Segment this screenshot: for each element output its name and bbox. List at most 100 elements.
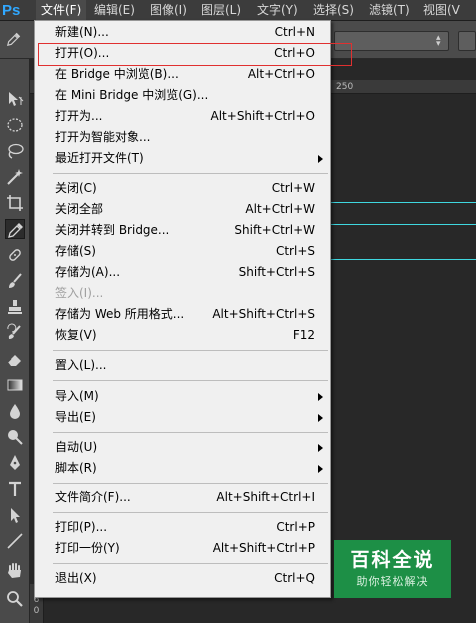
menu-item-save[interactable]: 存储(S) Ctrl+S (37, 241, 328, 262)
menu-separator (53, 563, 328, 564)
menu-item-label: 脚本(R) (55, 461, 97, 475)
brush-tool-icon[interactable] (5, 271, 25, 291)
menu-select[interactable]: 选择(S) (308, 0, 359, 21)
menu-item-shortcut: Alt+Shift+Ctrl+O (210, 109, 315, 123)
menu-separator (53, 380, 328, 381)
menu-item-shortcut: Alt+Shift+Ctrl+P (212, 541, 315, 555)
clone-stamp-icon[interactable] (5, 297, 25, 317)
eraser-tool-icon[interactable] (5, 349, 25, 369)
menu-item-shortcut: Ctrl+Q (274, 571, 315, 585)
menu-item-save-for-web[interactable]: 存储为 Web 所用格式... Alt+Shift+Ctrl+S (37, 304, 328, 325)
menu-item-shortcut: Alt+Shift+Ctrl+S (212, 307, 315, 321)
submenu-arrow-icon (318, 393, 323, 401)
menu-item-shortcut: Ctrl+N (274, 25, 315, 39)
menu-item-label: 打开为... (55, 109, 103, 123)
menu-item-label: 签入(I)... (55, 286, 104, 300)
lasso-tool-icon[interactable] (5, 141, 25, 161)
menu-separator (53, 173, 328, 174)
submenu-arrow-icon (318, 155, 323, 163)
menu-bar: Ps 文件(F) 编辑(E) 图像(I) 图层(L) 文字(Y) 选择(S) 滤… (0, 0, 476, 21)
menu-item-revert[interactable]: 恢复(V) F12 (37, 325, 328, 346)
menu-item-label: 最近打开文件(T) (55, 151, 144, 165)
menu-edit[interactable]: 编辑(E) (89, 0, 140, 21)
history-brush-icon[interactable] (5, 323, 25, 343)
menu-item-print-one-copy[interactable]: 打印一份(Y) Alt+Shift+Ctrl+P (37, 538, 328, 559)
photoshop-window: Ps 文件(F) 编辑(E) 图像(I) 图层(L) 文字(Y) 选择(S) 滤… (0, 0, 476, 623)
menu-item-browse-bridge[interactable]: 在 Bridge 中浏览(B)... Alt+Ctrl+O (37, 64, 328, 85)
menu-item-save-as[interactable]: 存储为(A)... Shift+Ctrl+S (37, 262, 328, 283)
menu-item-exit[interactable]: 退出(X) Ctrl+Q (37, 568, 328, 589)
guide-line (331, 202, 476, 203)
menu-item-label: 打印(P)... (55, 520, 108, 534)
menu-item-shortcut: Ctrl+P (276, 520, 315, 534)
hand-tool-icon[interactable] (5, 561, 25, 581)
menu-item-close-go-bridge[interactable]: 关闭并转到 Bridge... Shift+Ctrl+W (37, 220, 328, 241)
menu-item-label: 文件简介(F)... (55, 490, 131, 504)
watermark-logo: 百科全说 助你轻松解决 (334, 540, 451, 598)
pen-tool-icon[interactable] (5, 453, 25, 473)
menu-type[interactable]: 文字(Y) (252, 0, 303, 21)
menu-item-recent-files[interactable]: 最近打开文件(T) (37, 148, 328, 169)
menu-item-label: 打开为智能对象... (55, 130, 151, 144)
menu-item-shortcut: Alt+Ctrl+O (247, 67, 315, 81)
menu-item-shortcut: Shift+Ctrl+W (234, 223, 315, 237)
menu-item-label: 退出(X) (55, 571, 97, 585)
menu-item-label: 恢复(V) (55, 328, 97, 342)
crop-tool-icon[interactable] (5, 193, 25, 213)
menu-item-import[interactable]: 导入(M) (37, 386, 328, 407)
marquee-tool-icon[interactable] (5, 115, 25, 135)
menu-item-shortcut: Ctrl+W (271, 181, 315, 195)
menu-view[interactable]: 视图(V (418, 0, 465, 21)
menu-item-scripts[interactable]: 脚本(R) (37, 458, 328, 479)
watermark-title: 百科全说 (350, 549, 435, 571)
menu-item-file-info[interactable]: 文件简介(F)... Alt+Shift+Ctrl+I (37, 487, 328, 508)
menu-separator (53, 432, 328, 433)
menu-item-open-smart-object[interactable]: 打开为智能对象... (37, 127, 328, 148)
menu-item-label: 在 Mini Bridge 中浏览(G)... (55, 88, 209, 102)
menu-filter[interactable]: 滤镜(T) (364, 0, 415, 21)
move-tool-icon[interactable] (5, 89, 25, 109)
menu-item-shortcut: Ctrl+S (275, 244, 315, 258)
menu-image[interactable]: 图像(I) (145, 0, 192, 21)
menu-file[interactable]: 文件(F) (36, 0, 87, 21)
path-selection-icon[interactable] (5, 505, 25, 525)
menu-item-print[interactable]: 打印(P)... Ctrl+P (37, 517, 328, 538)
menu-item-close-all[interactable]: 关闭全部 Alt+Ctrl+W (37, 199, 328, 220)
healing-brush-icon[interactable] (5, 245, 25, 265)
menu-separator (53, 512, 328, 513)
ruler-label: 250 (336, 82, 354, 92)
menu-item-automate[interactable]: 自动(U) (37, 437, 328, 458)
menu-item-browse-mini-bridge[interactable]: 在 Mini Bridge 中浏览(G)... (37, 85, 328, 106)
type-tool-icon[interactable] (5, 479, 25, 499)
menu-item-label: 置入(L)... (55, 358, 107, 372)
menu-item-new[interactable]: 新建(N)... Ctrl+N (37, 22, 328, 43)
menu-layer[interactable]: 图层(L) (196, 0, 246, 21)
menu-item-check-in: 签入(I)... (37, 283, 328, 304)
dodge-tool-icon[interactable] (5, 427, 25, 447)
blur-tool-icon[interactable] (5, 401, 25, 421)
menu-item-label: 自动(U) (55, 440, 98, 454)
eyedropper-tool-icon[interactable] (5, 219, 25, 239)
menu-item-label: 新建(N)... (55, 25, 109, 39)
menu-item-label: 存储为(A)... (55, 265, 121, 279)
menu-item-close[interactable]: 关闭(C) Ctrl+W (37, 178, 328, 199)
magic-wand-icon[interactable] (5, 167, 25, 187)
menu-item-label: 存储(S) (55, 244, 96, 258)
ps-logo: Ps (2, 2, 21, 19)
menu-item-label: 导出(E) (55, 410, 96, 424)
menu-item-open-as[interactable]: 打开为... Alt+Shift+Ctrl+O (37, 106, 328, 127)
menu-item-label: 关闭(C) (55, 181, 97, 195)
menu-item-shortcut: Alt+Ctrl+W (245, 202, 315, 216)
menu-item-label: 在 Bridge 中浏览(B)... (55, 67, 179, 81)
watermark-subtitle: 助你轻松解决 (356, 575, 429, 588)
menu-item-shortcut: Shift+Ctrl+S (238, 265, 315, 279)
zoom-tool-icon[interactable] (5, 589, 25, 609)
menu-item-place[interactable]: 置入(L)... (37, 355, 328, 376)
gradient-tool-icon[interactable] (5, 375, 25, 395)
line-tool-icon[interactable] (5, 531, 25, 551)
menu-separator (53, 350, 328, 351)
menu-item-shortcut: F12 (292, 328, 315, 342)
eyedropper-icon[interactable] (6, 31, 22, 47)
options-button[interactable] (458, 31, 476, 51)
menu-item-export[interactable]: 导出(E) (37, 407, 328, 428)
